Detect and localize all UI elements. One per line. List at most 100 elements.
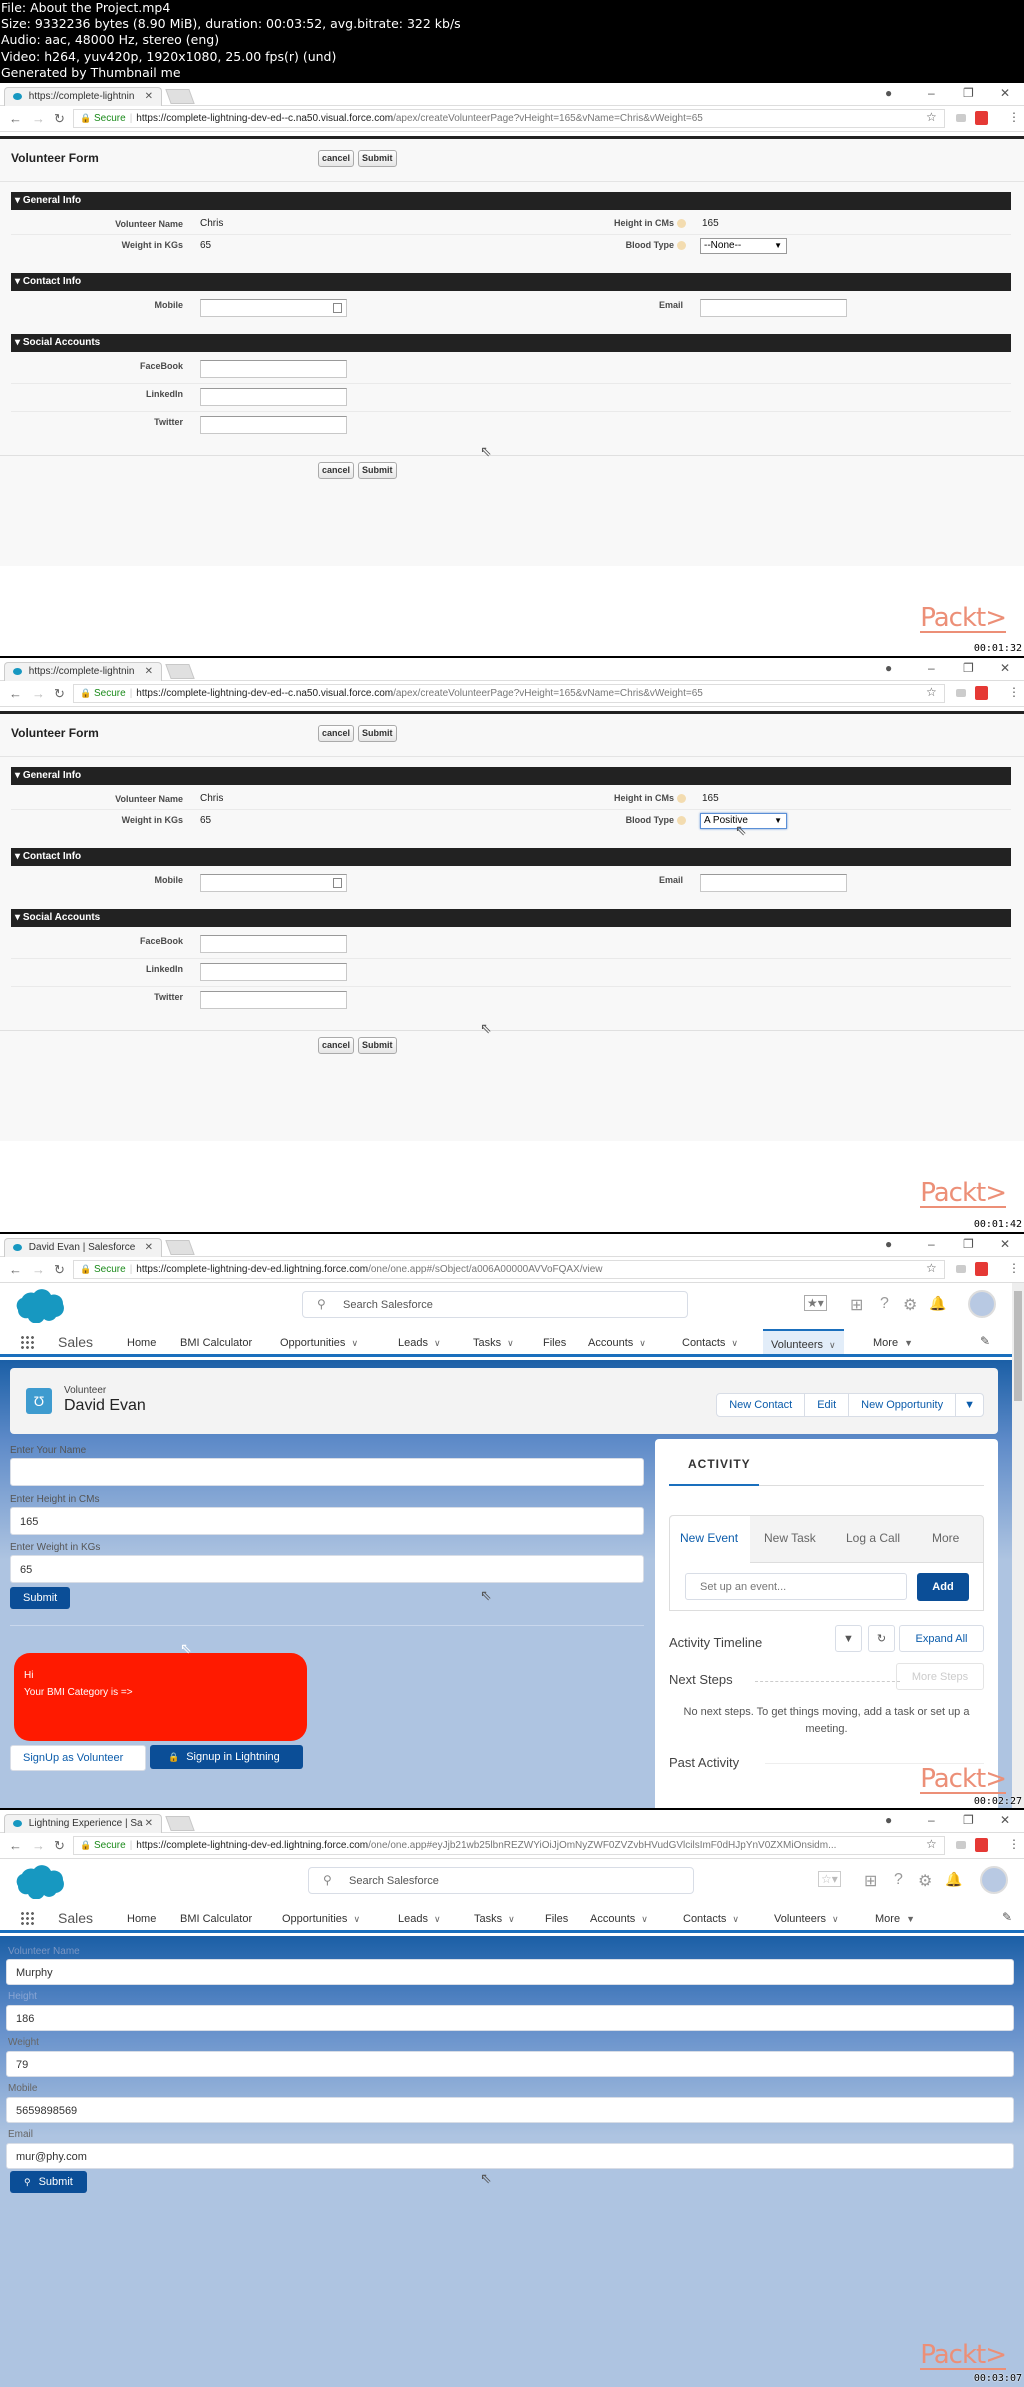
forward-icon[interactable]: → — [32, 1838, 45, 1853]
profile-icon[interactable]: ● — [885, 86, 892, 100]
forward-icon[interactable]: → — [32, 1262, 45, 1277]
name-input[interactable] — [10, 1458, 644, 1486]
edit-button[interactable]: Edit — [805, 1394, 850, 1416]
extension-red-icon[interactable] — [975, 111, 988, 125]
mobile-input[interactable] — [200, 874, 347, 892]
section-general-info[interactable]: ▾ General Info — [11, 192, 1011, 210]
tab-new-event[interactable]: New Event — [680, 1531, 738, 1545]
browser-menu-icon[interactable]: ⋮ — [1008, 1837, 1020, 1851]
bookmark-star-icon[interactable]: ☆ — [926, 110, 937, 124]
back-icon[interactable]: ← — [9, 111, 22, 126]
app-launcher-icon[interactable] — [20, 1911, 34, 1925]
app-launcher-icon[interactable] — [20, 1335, 34, 1349]
reload-icon[interactable]: ↻ — [54, 1838, 65, 1854]
extension-red-icon[interactable] — [975, 1262, 988, 1276]
browser-menu-icon[interactable]: ⋮ — [1008, 110, 1020, 124]
minimize-icon[interactable]: – — [928, 1237, 935, 1251]
nav-item-accounts[interactable]: Accounts ∨ — [588, 1337, 646, 1349]
restore-icon[interactable]: ❐ — [963, 1237, 974, 1251]
reload-icon[interactable]: ↻ — [54, 1262, 65, 1278]
help-icon[interactable] — [677, 219, 686, 229]
user-avatar[interactable] — [968, 1290, 996, 1318]
section-social-accounts[interactable]: ▾ Social Accounts — [11, 334, 1011, 352]
section-contact-info[interactable]: ▾ Contact Info — [11, 273, 1011, 291]
new-tab-button[interactable] — [165, 1240, 195, 1255]
signup-in-lightning-button[interactable]: 🔒 Signup in Lightning — [150, 1745, 303, 1769]
tab-more[interactable]: More — [932, 1531, 959, 1545]
notifications-bell-icon[interactable]: 🔔 — [929, 1295, 946, 1312]
back-icon[interactable]: ← — [9, 686, 22, 701]
tab-log-a-call[interactable]: Log a Call — [846, 1531, 900, 1545]
nav-item-contacts[interactable]: Contacts ∨ — [682, 1337, 738, 1349]
url-input[interactable]: 🔒 Secure | https://complete-lightning-dev-… — [73, 109, 945, 128]
setup-gear-icon[interactable]: ⚙ — [903, 1295, 917, 1315]
close-window-icon[interactable]: ✕ — [1000, 661, 1010, 675]
minimize-icon[interactable]: – — [928, 86, 935, 100]
nav-item-files[interactable]: Files — [545, 1913, 568, 1925]
minimize-icon[interactable]: – — [928, 1813, 935, 1827]
back-icon[interactable]: ← — [9, 1262, 22, 1277]
signup-as-volunteer-button[interactable]: SignUp as Volunteer — [10, 1745, 146, 1771]
bookmark-star-icon[interactable]: ☆ — [926, 685, 937, 699]
filter-icon[interactable]: ▼ — [835, 1625, 862, 1652]
bmi-submit-button[interactable]: Submit — [10, 1587, 71, 1609]
activity-tab[interactable]: ACTIVITY — [688, 1457, 751, 1471]
help-icon[interactable] — [677, 816, 686, 826]
help-icon[interactable] — [677, 794, 686, 804]
nav-item-volunteers[interactable]: Volunteers ∨ — [763, 1329, 844, 1354]
reload-icon[interactable]: ↻ — [54, 111, 65, 127]
forward-icon[interactable]: → — [32, 686, 45, 701]
nav-item-leads[interactable]: Leads ∨ — [398, 1913, 441, 1925]
facebook-input[interactable] — [200, 935, 347, 953]
facebook-input[interactable] — [200, 360, 347, 378]
global-search-input[interactable]: ⚲ Search Salesforce — [308, 1867, 694, 1894]
submit-button[interactable]: Submit — [358, 725, 397, 742]
email-input[interactable] — [700, 299, 847, 317]
help-icon[interactable] — [677, 241, 686, 251]
global-actions-icon[interactable]: ⊞ — [850, 1295, 863, 1315]
forward-icon[interactable]: → — [32, 111, 45, 126]
extension-icon[interactable] — [956, 114, 966, 122]
url-input[interactable]: 🔒 Secure | https://complete-lightning-dev-… — [73, 1836, 945, 1855]
edit-nav-pencil-icon[interactable]: ✎ — [980, 1334, 990, 1348]
extension-icon[interactable] — [956, 1841, 966, 1849]
blood-type-select[interactable]: --None-- ▼ — [700, 238, 787, 254]
restore-icon[interactable]: ❐ — [963, 1813, 974, 1827]
phone-icon[interactable] — [333, 303, 342, 313]
twitter-input[interactable] — [200, 416, 347, 434]
section-social-accounts[interactable]: ▾ Social Accounts — [11, 909, 1011, 927]
mobile-input[interactable]: 5659898569 — [6, 2097, 1014, 2123]
restore-icon[interactable]: ❐ — [963, 661, 974, 675]
volunteer-name-input[interactable]: Murphy — [6, 1959, 1014, 1985]
more-actions-caret-icon[interactable]: ▼ — [956, 1394, 983, 1416]
nav-item-bmi-calculator[interactable]: BMI Calculator — [180, 1913, 252, 1925]
nav-item-leads[interactable]: Leads ∨ — [398, 1337, 441, 1349]
global-search-input[interactable]: ⚲ Search Salesforce — [302, 1291, 688, 1318]
nav-item-tasks[interactable]: Tasks ∨ — [474, 1913, 515, 1925]
favorites-star-icon[interactable]: ☆▾ — [818, 1871, 841, 1887]
url-input[interactable]: 🔒 Secure | https://complete-lightning-dev-… — [73, 684, 945, 703]
nav-item-more[interactable]: More ▼ — [875, 1913, 915, 1925]
new-contact-button[interactable]: New Contact — [717, 1394, 806, 1416]
close-window-icon[interactable]: ✕ — [1000, 1237, 1010, 1251]
submit-button-bottom[interactable]: Submit — [358, 1037, 397, 1054]
extension-red-icon[interactable] — [975, 686, 988, 700]
bookmark-star-icon[interactable]: ☆ — [926, 1261, 937, 1275]
volunteer-submit-button[interactable]: ⚲ Submit — [10, 2171, 87, 2193]
help-icon[interactable]: ? — [880, 1295, 889, 1313]
weight-input[interactable]: 79 — [6, 2051, 1014, 2077]
help-icon[interactable]: ? — [894, 1871, 903, 1889]
expand-all-button[interactable]: Expand All — [899, 1625, 984, 1652]
weight-input[interactable]: 65 — [10, 1555, 644, 1583]
submit-button-bottom[interactable]: Submit — [358, 462, 397, 479]
nav-item-volunteers[interactable]: Volunteers ∨ — [774, 1913, 839, 1925]
refresh-icon[interactable]: ↻ — [868, 1625, 895, 1652]
email-input[interactable]: mur@phy.com — [6, 2143, 1014, 2169]
nav-item-bmi-calculator[interactable]: BMI Calculator — [180, 1337, 252, 1349]
tab-close-icon[interactable]: ✕ — [145, 666, 153, 677]
edit-nav-pencil-icon[interactable]: ✎ — [1002, 1910, 1012, 1924]
nav-item-opportunities[interactable]: Opportunities ∨ — [280, 1337, 358, 1349]
new-tab-button[interactable] — [165, 664, 195, 679]
twitter-input[interactable] — [200, 991, 347, 1009]
more-steps-button[interactable]: More Steps — [896, 1663, 984, 1690]
